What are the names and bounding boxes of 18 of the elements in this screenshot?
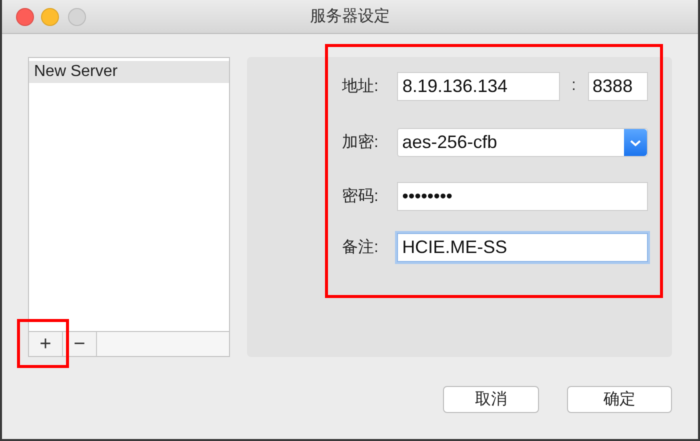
- close-button[interactable]: [16, 8, 34, 26]
- note-field[interactable]: HCIE.ME-SS: [397, 232, 648, 262]
- ok-button[interactable]: 确定: [567, 386, 672, 413]
- server-item[interactable]: New Server: [29, 61, 229, 83]
- encryption-label: 加密:: [342, 132, 380, 152]
- password-label: 密码:: [342, 186, 380, 206]
- minimize-button[interactable]: [41, 8, 59, 26]
- note-label: 备注:: [342, 238, 380, 258]
- port-field[interactable]: 8388: [588, 72, 648, 100]
- password-field[interactable]: ••••••••: [397, 182, 648, 210]
- port-separator: :: [570, 77, 577, 95]
- zoom-button[interactable]: [68, 8, 86, 26]
- cancel-button[interactable]: 取消: [443, 386, 539, 413]
- window-title: 服务器设定: [310, 6, 390, 27]
- chevron-down-icon: [624, 128, 647, 156]
- encryption-dropdown[interactable]: aes-256-cfb: [397, 128, 648, 156]
- address-field[interactable]: 8.19.136.134: [397, 72, 560, 100]
- address-label: 地址:: [342, 76, 380, 96]
